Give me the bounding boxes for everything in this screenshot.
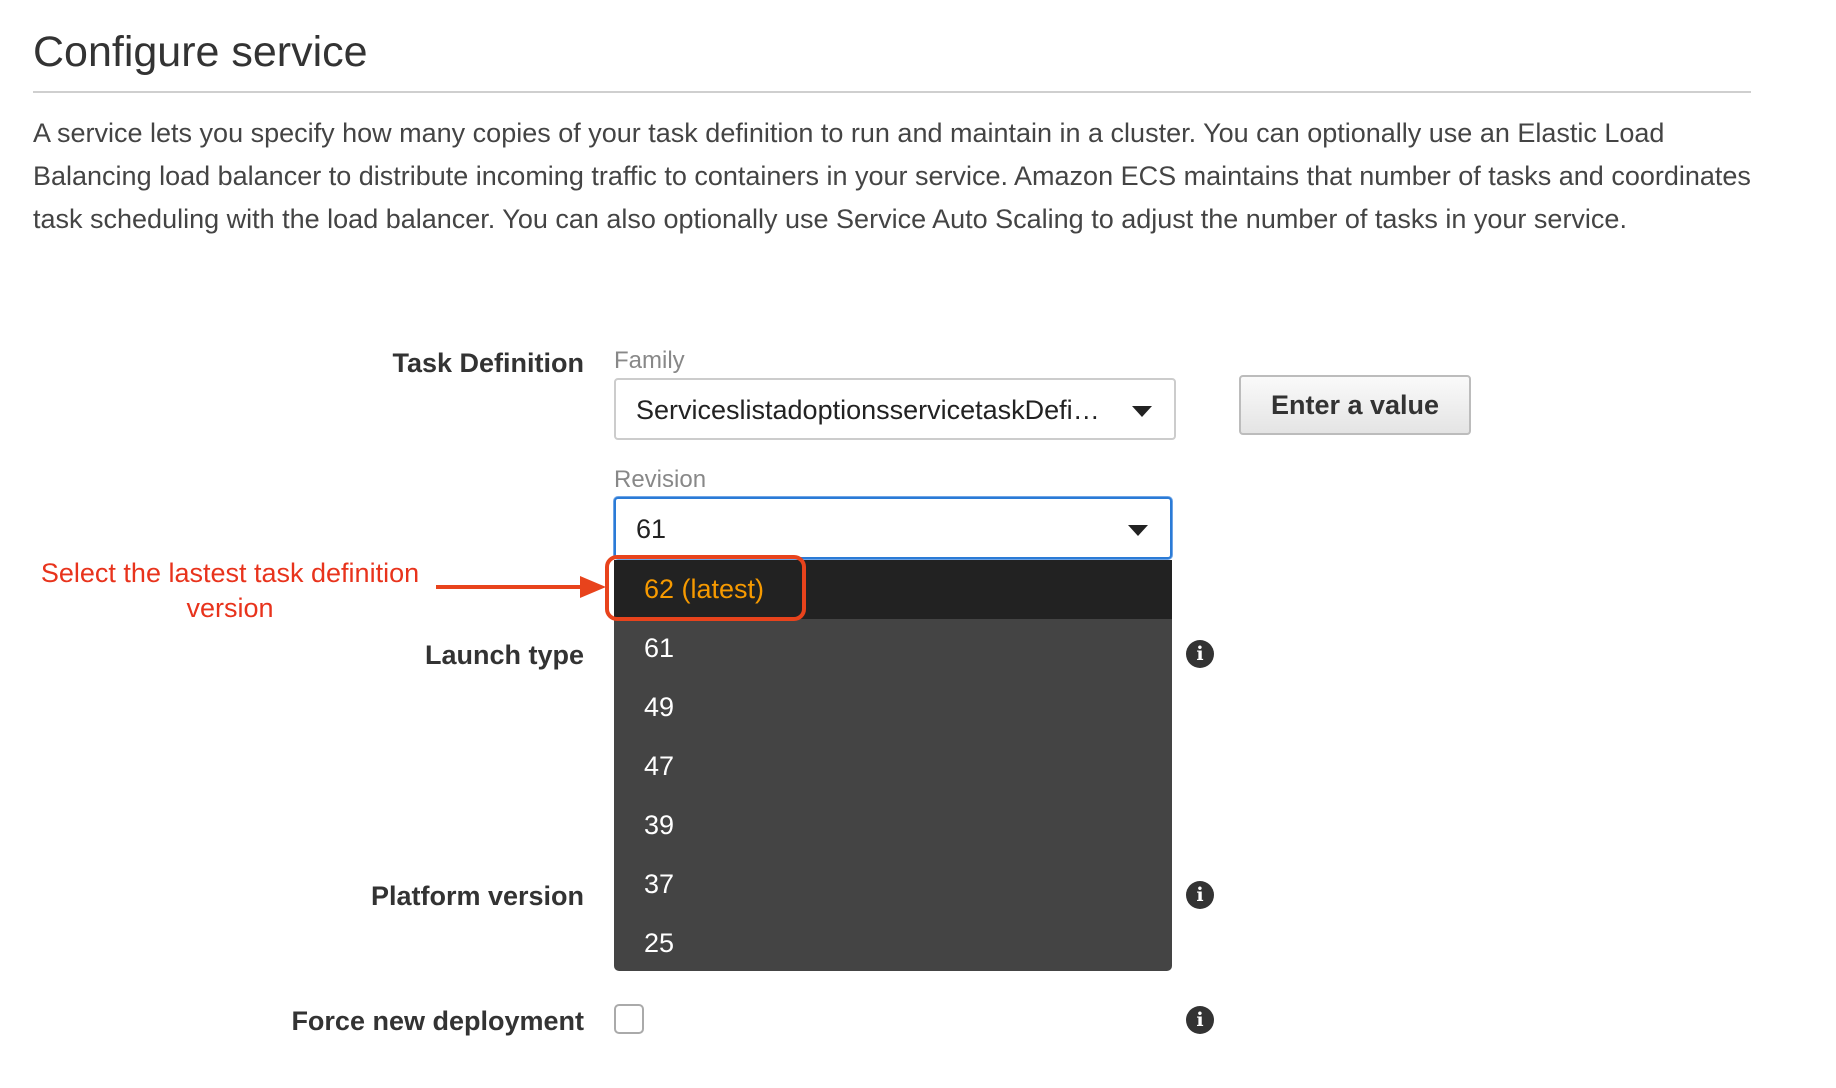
info-icon[interactable]: i — [1186, 881, 1214, 909]
page-description: A service lets you specify how many copi… — [33, 118, 1751, 234]
revision-select[interactable]: 61 — [614, 497, 1172, 559]
arrow-right-icon — [436, 576, 606, 598]
force-new-deployment-label: Force new deployment — [291, 1006, 584, 1036]
task-definition-label: Task Definition — [392, 348, 584, 378]
force-new-deployment-checkbox[interactable] — [614, 1004, 644, 1034]
chevron-down-icon — [1128, 525, 1148, 536]
info-icon[interactable]: i — [1186, 640, 1214, 668]
revision-label: Revision — [614, 466, 707, 493]
family-label: Family — [614, 347, 685, 374]
revision-select-value: 61 — [636, 514, 667, 544]
platform-version-label: Platform version — [370, 881, 584, 911]
info-icon[interactable]: i — [1186, 1006, 1214, 1034]
revision-option[interactable]: 25 — [614, 914, 1172, 971]
chevron-down-icon — [1132, 406, 1152, 417]
family-select-value: ServiceslistadoptionsservicetaskDefiniti… — [636, 395, 1104, 425]
revision-option[interactable]: 49 — [614, 678, 1172, 737]
enter-a-value-button[interactable]: Enter a value — [1239, 375, 1471, 435]
revision-option[interactable]: 37 — [614, 855, 1172, 914]
revision-option[interactable]: 47 — [614, 737, 1172, 796]
revision-dropdown-menu: 62 (latest) 61 49 47 39 37 25 — [614, 560, 1172, 971]
annotation-text: Select the lastest task definition versi… — [40, 558, 420, 623]
title-divider — [33, 91, 1751, 93]
launch-type-label: Launch type — [424, 640, 584, 670]
revision-option[interactable]: 61 — [614, 619, 1172, 678]
annotation-highlight-box — [605, 555, 806, 621]
family-select[interactable]: ServiceslistadoptionsservicetaskDefiniti… — [614, 378, 1176, 440]
page-title: Configure service — [33, 28, 368, 76]
revision-option[interactable]: 39 — [614, 796, 1172, 855]
